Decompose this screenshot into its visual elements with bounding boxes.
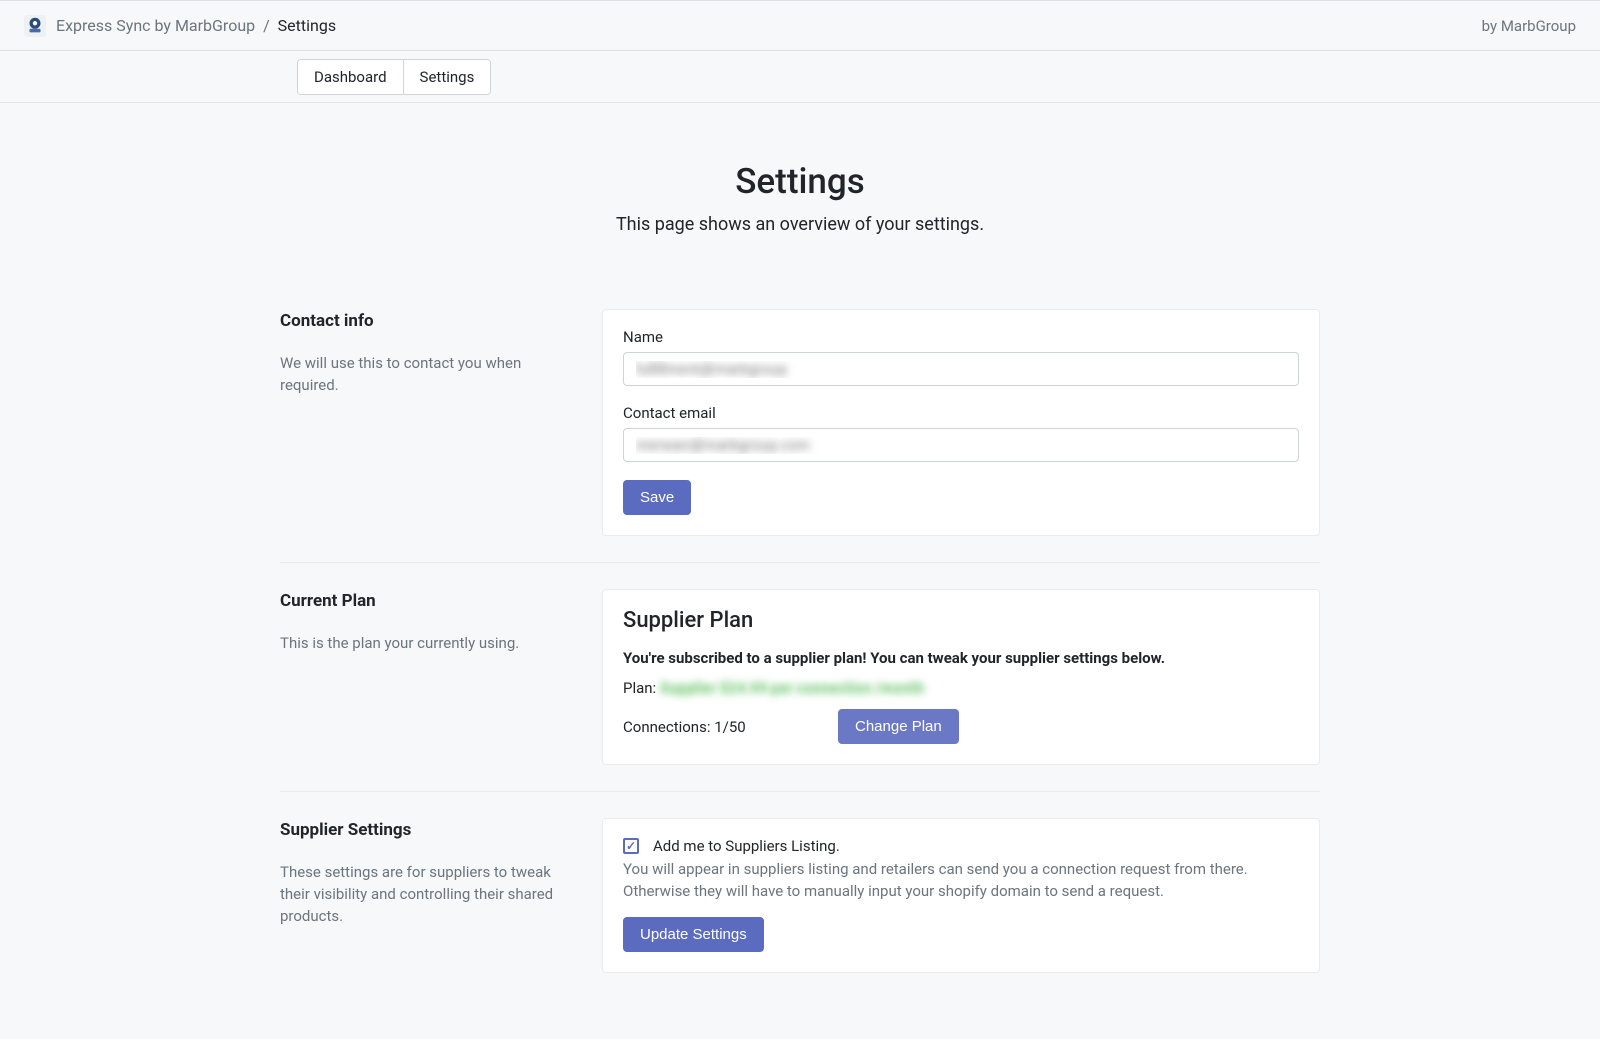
supplier-checkbox-row: ✓ Add me to Suppliers Listing. xyxy=(623,837,1299,855)
connections-value: 1/50 xyxy=(714,718,745,736)
plan-card: Supplier Plan You're subscribed to a sup… xyxy=(602,589,1320,765)
email-label: Contact email xyxy=(623,404,1299,422)
name-input[interactable] xyxy=(623,352,1299,386)
contact-card: Name Contact email Save xyxy=(602,309,1320,536)
change-plan-button[interactable]: Change Plan xyxy=(838,709,959,744)
section-contact-left: Contact info We will use this to contact… xyxy=(280,309,602,536)
section-supplier: Supplier Settings These settings are for… xyxy=(280,792,1320,999)
supplier-heading: Supplier Settings xyxy=(280,820,582,840)
plan-title: Supplier Plan xyxy=(623,608,1299,633)
page-head: Settings This page shows an overview of … xyxy=(0,161,1600,235)
page: Settings This page shows an overview of … xyxy=(0,103,1600,1039)
supplier-card: ✓ Add me to Suppliers Listing. You will … xyxy=(602,818,1320,973)
contact-heading: Contact info xyxy=(280,311,582,331)
tab-dashboard[interactable]: Dashboard xyxy=(298,60,403,94)
plan-label: Plan: xyxy=(623,679,656,697)
page-subtitle: This page shows an overview of your sett… xyxy=(0,214,1600,235)
plan-heading: Current Plan xyxy=(280,591,582,611)
update-settings-button[interactable]: Update Settings xyxy=(623,917,764,952)
supplier-listing-checkbox[interactable]: ✓ xyxy=(623,838,639,854)
supplier-desc: These settings are for suppliers to twea… xyxy=(280,862,582,927)
save-button[interactable]: Save xyxy=(623,480,691,515)
name-label: Name xyxy=(623,328,1299,346)
content: Contact info We will use this to contact… xyxy=(280,283,1320,999)
page-title: Settings xyxy=(0,161,1600,202)
app-logo-icon xyxy=(24,15,46,37)
supplier-chk-label: Add me to Suppliers Listing. xyxy=(653,837,840,855)
breadcrumb-app[interactable]: Express Sync by MarbGroup xyxy=(56,16,255,35)
section-contact: Contact info We will use this to contact… xyxy=(280,283,1320,562)
breadcrumb-current: Settings xyxy=(278,16,336,35)
plan-value: Supplier $24.99 per connection /month xyxy=(660,679,924,697)
supplier-chk-help: You will appear in suppliers listing and… xyxy=(623,859,1299,903)
section-plan-left: Current Plan This is the plan your curre… xyxy=(280,589,602,765)
byline: by MarbGroup xyxy=(1482,17,1576,35)
email-input[interactable] xyxy=(623,428,1299,462)
tabbar: Dashboard Settings xyxy=(0,51,1600,103)
plan-subscribed: You're subscribed to a supplier plan! Yo… xyxy=(623,649,1299,667)
connections-label: Connections: xyxy=(623,718,710,736)
section-supplier-left: Supplier Settings These settings are for… xyxy=(280,818,602,973)
plan-row-plan: Plan: Supplier $24.99 per connection /mo… xyxy=(623,679,1299,697)
plan-row-connections: Connections: 1/50 Change Plan xyxy=(623,709,1299,744)
topbar: Express Sync by MarbGroup / Settings by … xyxy=(0,0,1600,51)
section-plan: Current Plan This is the plan your curre… xyxy=(280,563,1320,791)
plan-desc: This is the plan your currently using. xyxy=(280,633,582,655)
breadcrumb-sep: / xyxy=(263,16,270,35)
tab-group: Dashboard Settings xyxy=(297,59,491,95)
contact-desc: We will use this to contact you when req… xyxy=(280,353,582,397)
tab-settings[interactable]: Settings xyxy=(403,60,491,94)
topbar-left: Express Sync by MarbGroup / Settings xyxy=(24,15,336,37)
breadcrumb: Express Sync by MarbGroup / Settings xyxy=(56,16,336,35)
